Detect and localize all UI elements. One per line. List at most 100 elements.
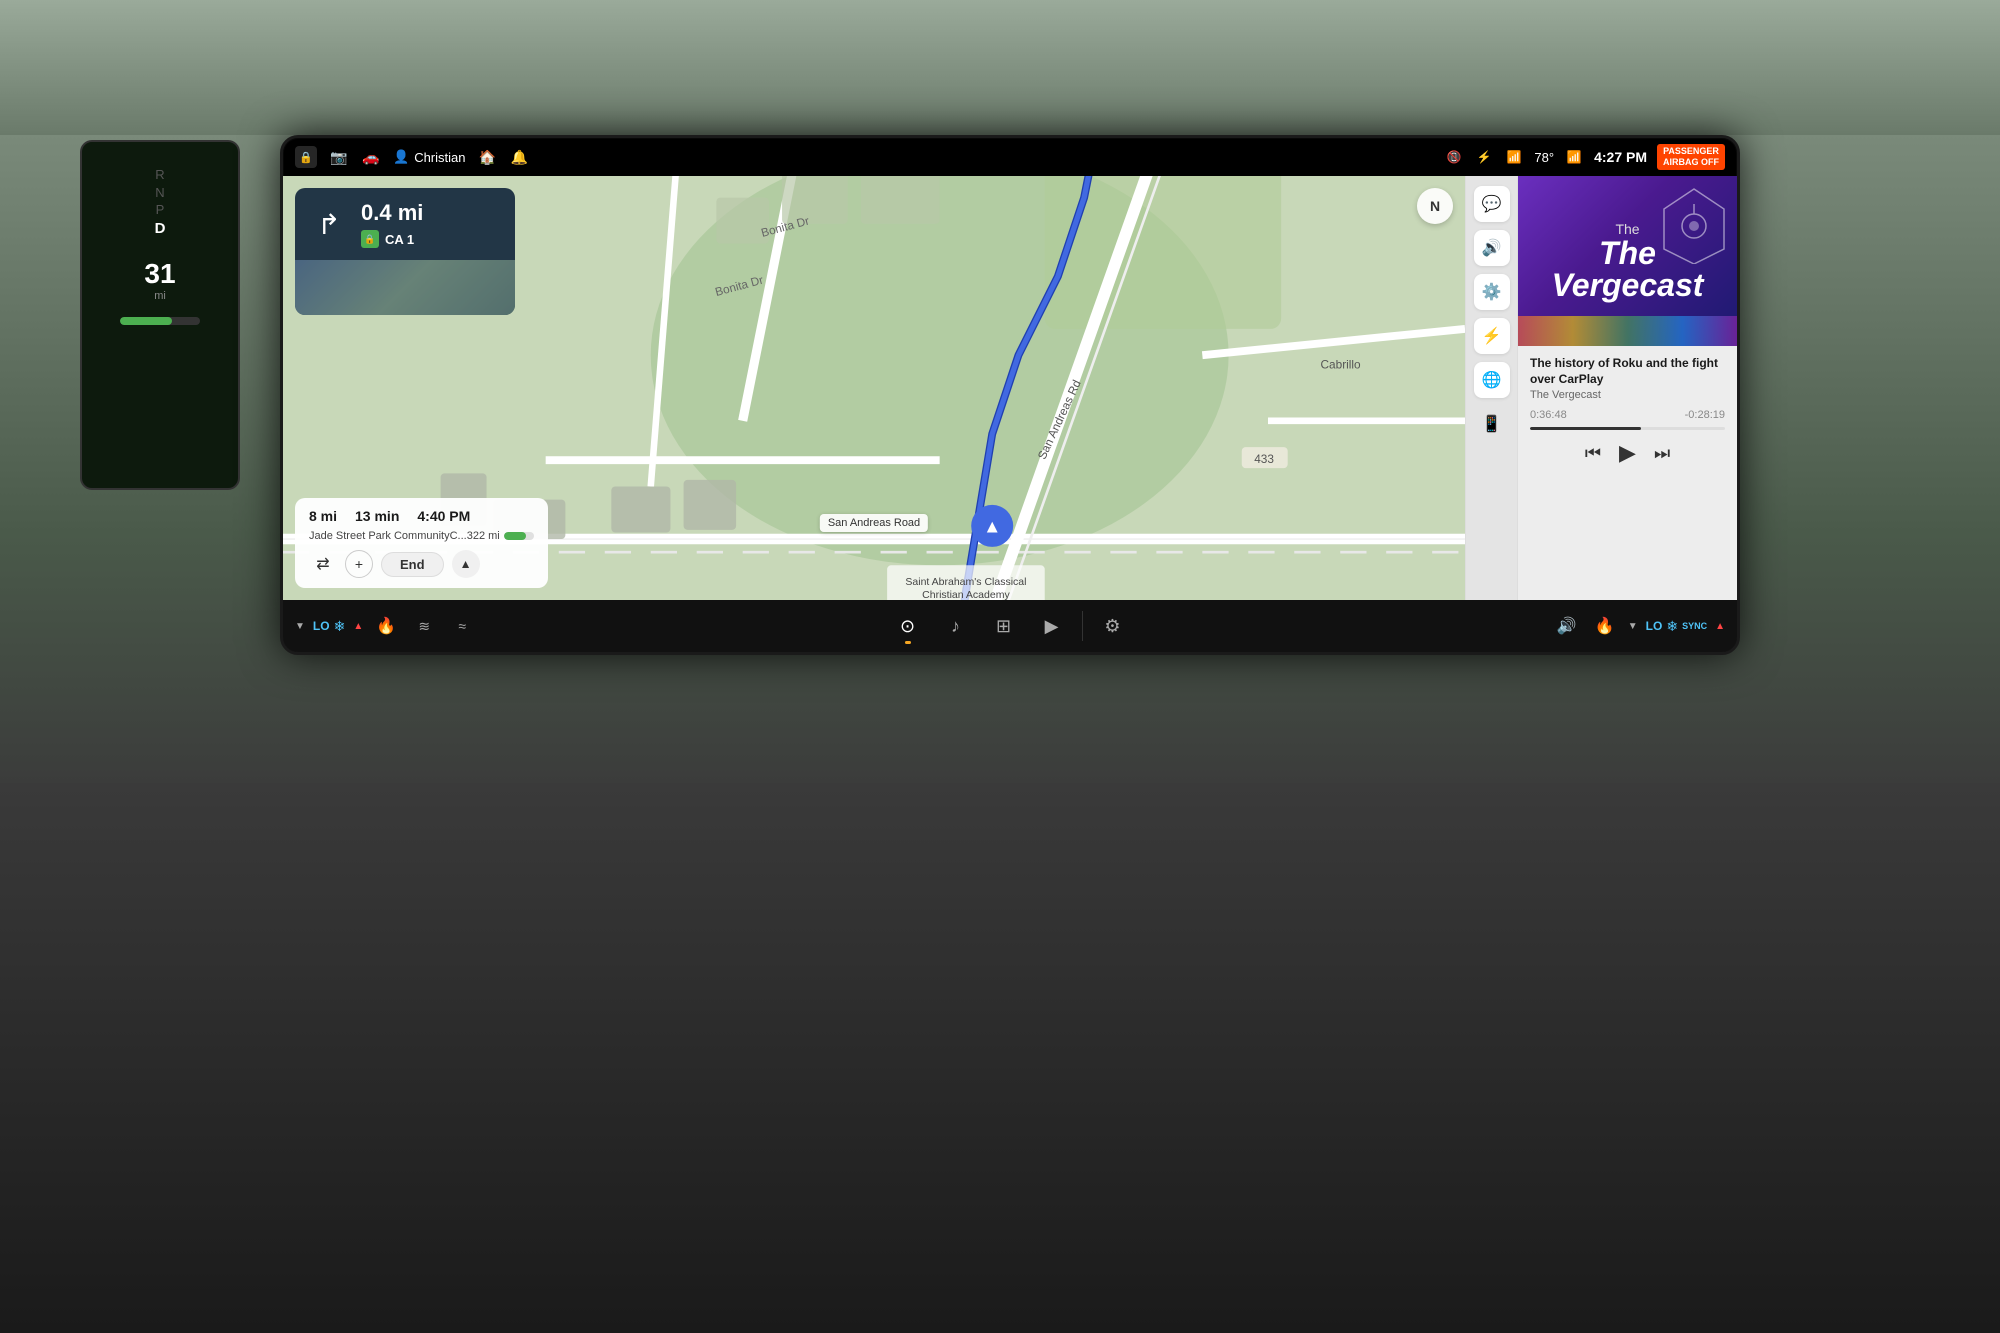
camera-icon[interactable]: 📷 <box>329 147 349 167</box>
map-area[interactable]: CA 1 Saint Abraham's Classical Christian… <box>283 176 1465 600</box>
navigation-card: ↱ 0.4 mi 🔒 CA 1 <box>295 188 515 315</box>
power-button[interactable]: ⚡ <box>1474 318 1510 354</box>
message-button[interactable]: 💬 <box>1474 186 1510 222</box>
right-fan-control: LO ❄ SYNC <box>1646 618 1707 635</box>
add-stop-button[interactable]: + <box>345 550 373 578</box>
sync-label: SYNC <box>1682 621 1707 631</box>
next-button[interactable]: ⏭ <box>1654 443 1670 464</box>
nav-card-top: ↱ 0.4 mi 🔒 CA 1 <box>295 188 515 260</box>
end-navigation-button[interactable]: End <box>381 552 444 577</box>
route-name: CA 1 <box>385 232 414 247</box>
nav-settings-button[interactable]: ⚙ <box>1091 604 1135 648</box>
front-defrost-button[interactable]: ≈ <box>447 611 477 641</box>
destination-text: Jade Street Park CommunityC... <box>309 530 467 542</box>
speed-unit: mi <box>154 290 166 302</box>
podcast-decor <box>1659 184 1729 264</box>
trip-distance: 8 mi <box>309 508 337 524</box>
svg-text:Christian Academy: Christian Academy <box>922 589 1010 600</box>
rear-defrost-button[interactable]: ≋ <box>409 611 439 641</box>
svg-text:Cabrillo: Cabrillo <box>1321 357 1361 371</box>
seat-heat-left-button[interactable]: 🔥 <box>371 611 401 641</box>
bottom-bar: ▼ LO ❄ ▲ 🔥 ≋ ≈ ⊙ ♪ ⊞ ▶ <box>283 600 1737 652</box>
nav-distance: 0.4 mi <box>361 200 423 226</box>
remaining-time: -0:28:19 <box>1685 409 1725 421</box>
turn-arrow-icon: ↱ <box>309 204 349 244</box>
range-fill <box>504 532 527 540</box>
media-progress-bar[interactable] <box>1530 427 1725 430</box>
status-left: 🔒 📷 🚗 👤 Christian 🏠 🔔 <box>295 146 1428 168</box>
car-icon[interactable]: 🚗 <box>361 147 381 167</box>
dashboard-lower <box>0 783 2000 1333</box>
settings-icon: ⚙ <box>1104 616 1120 637</box>
nav-card-preview <box>295 260 515 315</box>
trip-range: 322 mi <box>467 530 534 542</box>
media-times: 0:36:48 -0:28:19 <box>1530 409 1725 421</box>
color-stripe <box>1518 316 1737 346</box>
fan-down-arrow[interactable]: ▼ <box>295 621 305 632</box>
fan-up-arrow[interactable]: ▲ <box>353 621 363 632</box>
right-fan-down[interactable]: ▼ <box>1628 621 1638 632</box>
right-controls-panel: 💬 🔊 ⚙️ ⚡ 🌐 📱 <box>1465 176 1517 600</box>
gear-r: R <box>155 167 164 183</box>
battery-bar <box>120 317 200 325</box>
left-fan-control: LO ❄ <box>313 618 345 635</box>
media-info: The history of Roku and the fight over C… <box>1518 346 1737 600</box>
user-icon: 👤 <box>393 149 409 165</box>
compass-label: N <box>1430 198 1440 214</box>
right-fan-up[interactable]: ▲ <box>1715 621 1725 632</box>
left-fan-label: LO <box>313 619 330 633</box>
svg-text:433: 433 <box>1254 452 1274 466</box>
trip-panel: 8 mi 13 min 4:40 PM Jade Street Park Com… <box>295 498 548 588</box>
screen-content: CA 1 Saint Abraham's Classical Christian… <box>283 176 1737 600</box>
bottom-nav-buttons: ⊙ ♪ ⊞ ▶ ⚙ <box>886 604 1135 648</box>
right-fan-icon: ❄ <box>1666 618 1678 635</box>
bluetooth-icon: ⚡ <box>1474 147 1494 167</box>
bell-icon[interactable]: 🔔 <box>509 147 529 167</box>
nav-apps-button[interactable]: ⊞ <box>982 604 1026 648</box>
settings-button[interactable]: ⚙️ <box>1474 274 1510 310</box>
gear-n: N <box>155 185 164 201</box>
infotainment-screen[interactable]: 🔒 📷 🚗 👤 Christian 🏠 🔔 📵 ⚡ 📶 78° 📶 4:27 P… <box>280 135 1740 655</box>
nav-route-badge: 🔒 CA 1 <box>361 230 423 248</box>
nav-video-button[interactable]: ▶ <box>1030 604 1074 648</box>
music-icon: ♪ <box>951 616 960 637</box>
battery-fill <box>120 317 172 325</box>
podcast-cover: The The Vergecast <box>1518 176 1737 346</box>
gear-selector: R N P D <box>155 167 166 238</box>
lock-icon[interactable]: 🔒 <box>295 146 317 168</box>
gear-p: P <box>156 202 165 218</box>
video-icon: ▶ <box>1045 616 1059 637</box>
home-icon[interactable]: 🏠 <box>477 147 497 167</box>
divider <box>1082 611 1083 641</box>
podcast-artwork[interactable]: The The Vergecast <box>1518 176 1737 346</box>
street-label: San Andreas Road <box>820 514 928 532</box>
volume-button[interactable]: 🔊 <box>1474 230 1510 266</box>
trip-duration: 13 min <box>355 508 399 524</box>
globe-button[interactable]: 🌐 <box>1474 362 1510 398</box>
clock: 4:27 PM <box>1594 149 1647 165</box>
nav-map-button[interactable]: ⊙ <box>886 604 930 648</box>
signal-off-icon: 📵 <box>1444 147 1464 167</box>
status-bar: 🔒 📷 🚗 👤 Christian 🏠 🔔 📵 ⚡ 📶 78° 📶 4:27 P… <box>283 138 1737 176</box>
compass[interactable]: N <box>1417 188 1453 224</box>
arrival-time: 4:40 PM <box>417 508 470 524</box>
trip-destination: Jade Street Park CommunityC... 322 mi <box>309 530 534 542</box>
apps-icon: ⊞ <box>996 616 1011 637</box>
speed-display: 31 <box>144 258 175 290</box>
volume-control-button[interactable]: 🔊 <box>1552 611 1582 641</box>
phone-icon[interactable]: 📱 <box>1482 414 1502 434</box>
seat-heat-right-button[interactable]: 🔥 <box>1590 611 1620 641</box>
route-icon-btn[interactable]: ⇄ <box>309 550 337 578</box>
episode-title: The history of Roku and the fight over C… <box>1530 356 1725 387</box>
play-pause-button[interactable]: ▶ <box>1619 440 1636 466</box>
media-panel: The The Vergecast The history of Roku an… <box>1517 176 1737 600</box>
range-bar <box>504 532 534 540</box>
signal-bars: 📶 <box>1564 147 1584 167</box>
svg-text:▲: ▲ <box>983 515 1001 536</box>
gear-d: D <box>155 220 166 238</box>
expand-panel-button[interactable]: ▲ <box>452 550 480 578</box>
previous-button[interactable]: ⏮ <box>1585 443 1601 464</box>
media-controls: ⏮ ▶ ⏭ <box>1530 440 1725 466</box>
user-profile[interactable]: 👤 Christian <box>393 149 465 165</box>
nav-music-button[interactable]: ♪ <box>934 604 978 648</box>
